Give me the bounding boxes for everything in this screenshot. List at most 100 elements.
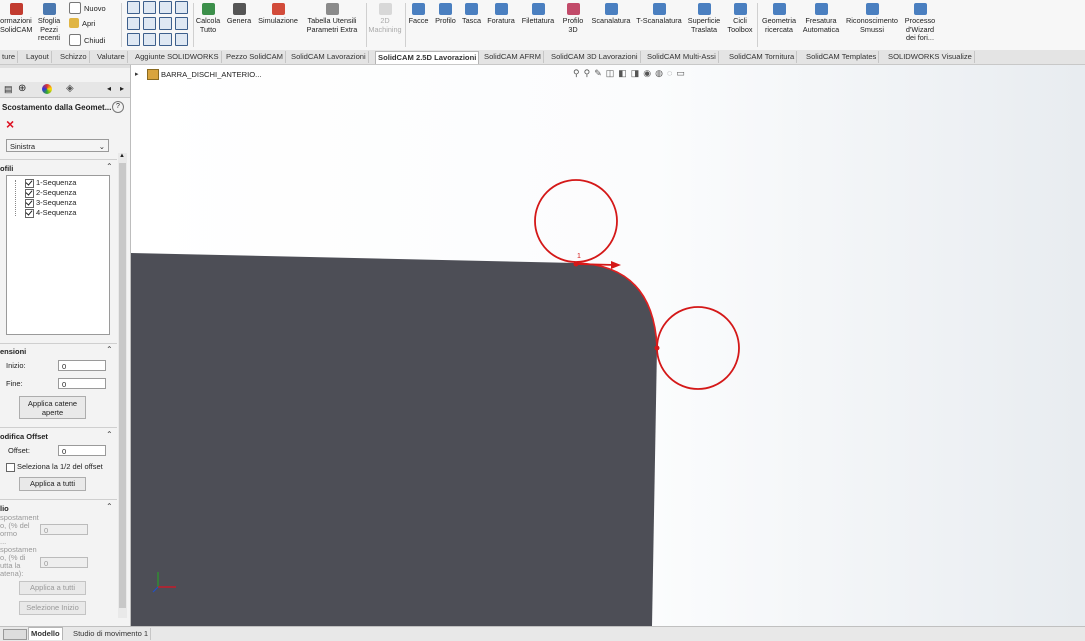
chamfer-recognition-button[interactable]: Riconoscimento Smussi	[843, 3, 901, 34]
geometry-search-button[interactable]: Geometria ricercata	[759, 3, 799, 34]
tool-table-button[interactable]: Tabella Utensili Parametri Extra	[302, 3, 362, 34]
displacement-input[interactable]: 0	[40, 524, 88, 535]
chevron-left-icon[interactable]: ◂	[107, 84, 111, 93]
scrollbar-thumb[interactable]	[119, 163, 126, 608]
help-icon[interactable]: ?	[112, 101, 124, 113]
tab-layout[interactable]: Layout	[24, 51, 52, 63]
view-cube-icon[interactable]	[175, 17, 188, 30]
appearance-icon[interactable]	[42, 84, 52, 94]
tab-solidcam-afrm[interactable]: SolidCAM AFRM	[482, 51, 544, 63]
threading-button[interactable]: Filettatura	[519, 3, 557, 26]
browse-recent-parts-button[interactable]: Sfoglia Pezzi recenti	[35, 3, 63, 43]
tab-solidcam-operations[interactable]: SolidCAM Lavorazioni	[289, 51, 369, 63]
drilling-button[interactable]: Foratura	[485, 3, 517, 26]
tab-scroll-icon[interactable]	[3, 629, 27, 640]
list-item[interactable]: 1-Sequenza	[25, 178, 76, 188]
tab-solidcam-multiaxis[interactable]: SolidCAM Multi-Assi	[645, 51, 719, 63]
solidcam-info-button[interactable]: ormazioni SolidCAM	[0, 3, 32, 34]
checkbox-icon[interactable]	[25, 198, 34, 208]
display-icon[interactable]: ◈	[66, 83, 74, 94]
view-cube-icon[interactable]	[127, 17, 140, 30]
apply-all-button[interactable]: Applica a tutti	[19, 477, 86, 491]
tab-solidworks-visualize[interactable]: SOLIDWORKS Visualize	[886, 51, 975, 63]
collapse-icon[interactable]: ⌃	[106, 162, 113, 171]
face-icon	[412, 3, 425, 15]
gcode-icon	[232, 3, 246, 15]
tab-solidcam-templates[interactable]: SolidCAM Templates	[804, 51, 880, 63]
view-cube-icon[interactable]	[159, 1, 172, 14]
cycles-toolbox-button[interactable]: Cicli Toolbox	[725, 3, 755, 34]
collapse-icon[interactable]: ⌃	[106, 345, 113, 354]
section-divider	[0, 343, 117, 344]
hole-wizard-button[interactable]: Processo d'Wizard dei fori...	[902, 3, 938, 43]
checkbox-icon[interactable]	[25, 178, 34, 188]
list-item[interactable]: 4-Sequenza	[25, 208, 76, 218]
view-cube-icon[interactable]	[175, 33, 188, 46]
generate-button[interactable]: Genera	[225, 3, 253, 26]
collapse-icon[interactable]: ⌃	[106, 502, 113, 511]
drill-icon	[494, 3, 508, 15]
tab-solidcam-part[interactable]: Pezzo SolidCAM	[224, 51, 286, 63]
new-button[interactable]: Nuovo	[69, 2, 106, 14]
profile-icon	[439, 3, 452, 15]
offset-input[interactable]: 0	[58, 445, 106, 456]
apply-open-chains-button[interactable]: Applica catene aperte	[19, 396, 86, 419]
panel-splitter[interactable]	[0, 65, 130, 68]
feature-tree-icon[interactable]: ▤	[4, 84, 13, 95]
chain-displacement-input[interactable]: 0	[40, 557, 88, 568]
list-item[interactable]: 3-Sequenza	[25, 198, 76, 208]
simulation-button[interactable]: Simulazione	[256, 3, 300, 26]
ribbon-toolbar: ormazioni SolidCAM Sfoglia Pezzi recenti…	[0, 0, 1085, 51]
auto-milling-button[interactable]: Fresatura Automatica	[801, 3, 841, 34]
tab-sketch[interactable]: Schizzo	[58, 51, 90, 63]
simulation-icon	[271, 3, 285, 15]
list-item[interactable]: 2-Sequenza	[25, 188, 76, 198]
tab-features[interactable]: ture	[0, 51, 19, 63]
scroll-up-icon[interactable]: ▲	[119, 153, 125, 159]
calculate-all-button[interactable]: Calcola Tutto	[195, 3, 221, 34]
view-cube-icon[interactable]	[127, 33, 140, 46]
checkbox-icon[interactable]	[25, 188, 34, 198]
view-cube-icon[interactable]	[143, 33, 156, 46]
close-icon[interactable]: ×	[6, 116, 14, 132]
face-button[interactable]: Facce	[407, 3, 430, 26]
close-button[interactable]: Chiudi	[69, 34, 105, 46]
collapse-icon[interactable]: ⌃	[106, 430, 113, 439]
section-divider	[0, 427, 117, 428]
view-cube-icon[interactable]	[143, 17, 156, 30]
select-start-button[interactable]: Selezione Inizio	[19, 601, 86, 615]
checkbox-icon[interactable]	[25, 208, 34, 218]
view-cube-icon[interactable]	[159, 17, 172, 30]
tab-model[interactable]: Modello	[28, 627, 63, 640]
tab-motion-study[interactable]: Studio di movimento 1	[71, 628, 152, 640]
graphics-viewport[interactable]: ▸ BARRA_DISCHI_ANTERIO... ⚲⚲✎◫◧◨◉◍◌▭ 1	[131, 65, 1085, 626]
slot-button[interactable]: Scanalatura	[589, 3, 633, 26]
apply-all-disabled-button[interactable]: Applica a tutti	[19, 581, 86, 595]
profile-3d-button[interactable]: Profilo 3D	[559, 3, 587, 34]
view-cube-icon[interactable]	[175, 1, 188, 14]
tab-evaluate[interactable]: Valutare	[95, 51, 128, 63]
crosshair-icon[interactable]: ⊕	[18, 83, 26, 94]
tab-solidcam-3d[interactable]: SolidCAM 3D Lavorazioni	[549, 51, 641, 63]
side-dropdown[interactable]: Sinistra ⌄	[6, 139, 109, 152]
translated-surface-button[interactable]: Superficie Traslata	[685, 3, 723, 34]
open-button[interactable]: Apri	[69, 18, 95, 28]
tab-solidcam-25d[interactable]: SolidCAM 2.5D Lavorazioni	[375, 51, 480, 64]
profile-button[interactable]: Profilo	[432, 3, 459, 26]
half-offset-checkbox[interactable]: Seleziona la 1/2 del offset	[6, 462, 103, 472]
tab-solidcam-turning[interactable]: SolidCAM Tornitura	[727, 51, 798, 63]
tree-line	[15, 180, 17, 216]
tab-solidworks-addins[interactable]: Aggiunte SOLIDWORKS	[133, 51, 222, 63]
end-input[interactable]: 0	[58, 378, 106, 389]
machining-2d-button[interactable]: 2D Machining	[366, 3, 404, 34]
chevron-right-icon[interactable]: ▸	[120, 84, 124, 93]
t-slot-button[interactable]: T-Scanalatura	[635, 3, 683, 26]
view-cube-icon[interactable]	[159, 33, 172, 46]
start-input[interactable]: 0	[58, 360, 106, 371]
auto-milling-icon	[814, 3, 828, 15]
checkbox-icon[interactable]	[6, 462, 15, 472]
view-cube-icon[interactable]	[143, 1, 156, 14]
pocket-button[interactable]: Tasca	[460, 3, 483, 26]
view-cube-icon[interactable]	[127, 1, 140, 14]
panel-scrollbar[interactable]: ▲	[118, 153, 127, 618]
